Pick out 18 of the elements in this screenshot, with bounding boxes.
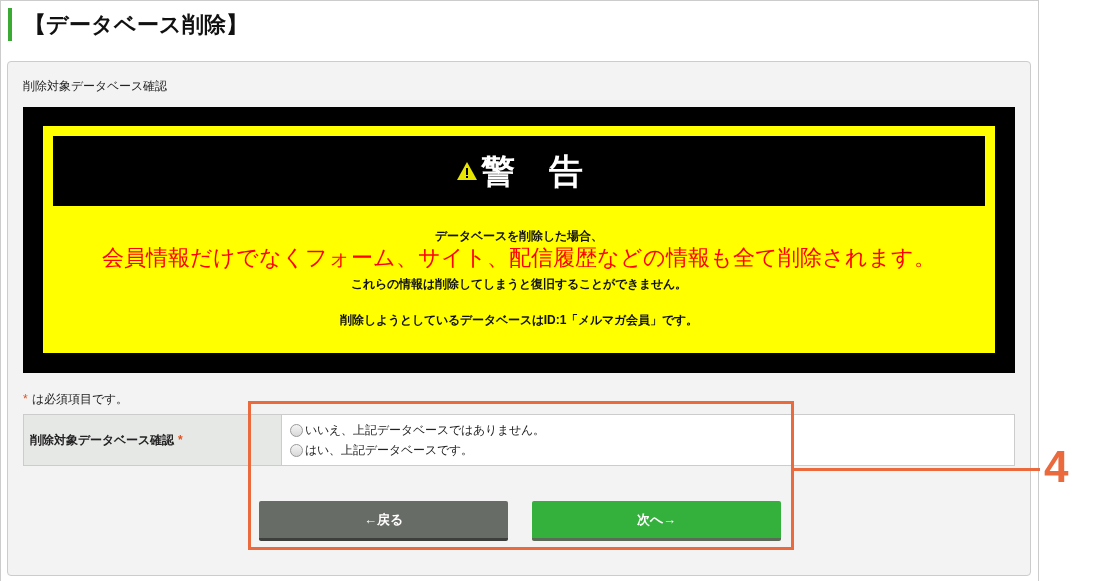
warning-emphasis: 会員情報だけでなくフォーム、サイト、配信履歴などの情報も全て削除されます。 xyxy=(102,244,936,272)
warning-text: データベースを削除した場合、 xyxy=(435,228,603,244)
field-label: 削除対象データベース確認 xyxy=(30,432,174,449)
callout-number: 4 xyxy=(1044,445,1069,489)
required-mark: * xyxy=(23,391,28,408)
warning-text: これらの情報は削除してしまうと復旧することができません。 xyxy=(351,276,687,292)
warning-text: 削除しようとしているデータベースはID:1「メルマガ会員」です。 xyxy=(339,312,699,328)
warning-icon xyxy=(455,161,478,181)
required-note: は必須項目です。 xyxy=(31,391,128,408)
page-title: 【データベース削除】 xyxy=(24,13,248,36)
option-label[interactable]: いいえ、上記データベースではありません。 xyxy=(305,421,545,439)
required-mark: * xyxy=(178,432,183,449)
option-label[interactable]: はい、上記データベースです。 xyxy=(305,441,473,459)
section-heading: 削除対象データベース確認 xyxy=(23,79,167,93)
warning-title: 警 告 xyxy=(480,154,583,188)
radio-button[interactable] xyxy=(290,443,303,457)
back-button[interactable]: ←戻る xyxy=(259,501,508,541)
radio-button[interactable] xyxy=(290,423,303,437)
